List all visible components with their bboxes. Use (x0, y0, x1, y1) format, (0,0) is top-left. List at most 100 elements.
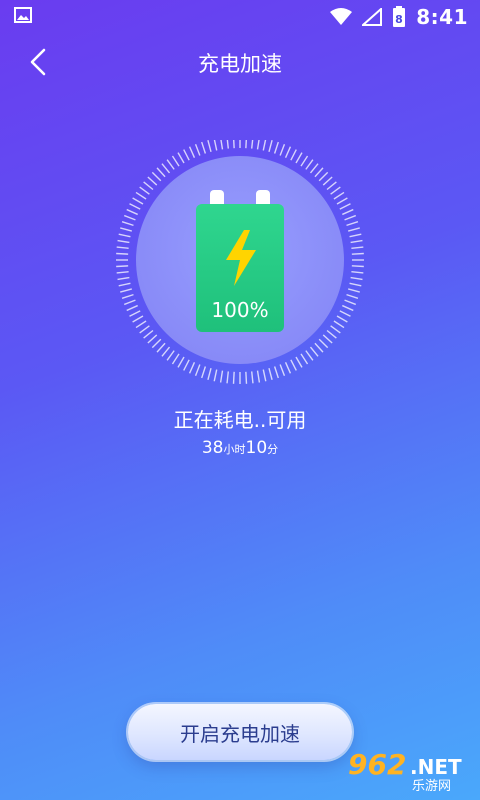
dial-tick (350, 239, 363, 244)
status-bar: 8 8:41 (0, 0, 480, 32)
dial-tick (143, 329, 154, 339)
dial-tick (346, 293, 359, 299)
dial-tick (305, 350, 314, 361)
dial-tick (156, 167, 166, 178)
hours-value: 38 (201, 438, 224, 458)
dial-tick (273, 366, 279, 379)
dial-tick (350, 276, 363, 281)
dial-tick (318, 171, 329, 182)
battery-percent: 100% (211, 298, 269, 322)
dial-tick (132, 315, 144, 323)
status-time: 8:41 (416, 5, 468, 29)
dial-tick (300, 353, 309, 365)
dial-tick (171, 155, 180, 167)
dial-tick (309, 346, 319, 357)
dial-tick (177, 152, 185, 164)
dial-tick (129, 310, 141, 317)
dial-tick (188, 362, 196, 374)
signal-icon (362, 8, 383, 26)
dial-tick (351, 246, 364, 249)
dial-tick (139, 186, 150, 195)
page-title: 充电加速 (198, 52, 282, 76)
dial-tick (147, 176, 158, 186)
svg-text:8: 8 (395, 13, 403, 26)
dial-tick (166, 159, 175, 170)
dial-tick (342, 304, 354, 312)
time-remaining: 38小时10分 (0, 438, 480, 458)
dial-tick (290, 149, 297, 161)
dial-tick (143, 181, 154, 191)
dial-tick (151, 171, 162, 182)
dial-tick (135, 320, 147, 329)
dial-tick (309, 163, 319, 174)
dial-tick (284, 362, 292, 374)
dial-tick (118, 233, 131, 238)
dial-tick (123, 299, 136, 306)
dial-tick (251, 371, 254, 384)
dial-tick (188, 146, 196, 158)
dial-tick (326, 181, 337, 191)
dial-tick (120, 288, 132, 293)
dial-tick (233, 140, 235, 149)
dial-tick (194, 143, 201, 156)
header: 充电加速 (0, 36, 480, 90)
dial-tick (305, 159, 314, 170)
wifi-icon (330, 8, 353, 25)
dial-tick (333, 320, 345, 329)
dial-tick (284, 146, 292, 158)
dial-tick (333, 191, 345, 200)
dial-tick (344, 299, 357, 306)
dial-tick (351, 252, 364, 255)
dial-tick (151, 338, 162, 349)
dial-tick (344, 214, 357, 221)
dial-tick (348, 288, 360, 293)
dial-tick (147, 334, 158, 344)
dial-tick (226, 140, 229, 149)
dial-tick (213, 369, 218, 382)
start-charge-acceleration-button[interactable]: 开启充电加速 (128, 704, 352, 760)
dial-tick (295, 356, 303, 368)
dial-tick (183, 359, 190, 371)
dial-tick (339, 310, 351, 317)
dial-tick (346, 221, 359, 227)
hours-unit: 小时 (223, 443, 246, 456)
dial-tick (349, 282, 362, 287)
dial-tick (245, 371, 248, 384)
dial-tick (351, 265, 364, 268)
dial-tick (273, 141, 279, 154)
dial-tick (183, 149, 190, 161)
dial-tick (314, 167, 324, 178)
dial-tick (336, 197, 348, 205)
dial-tick (126, 304, 138, 312)
dial-tick (194, 364, 201, 377)
dial-tick (201, 141, 207, 154)
minutes-unit: 分 (267, 443, 279, 456)
dial-tick (256, 140, 260, 150)
dial-tick (121, 293, 134, 299)
dial-tick (129, 203, 141, 210)
accelerate-button-label: 开启充电加速 (180, 721, 300, 746)
dial-tick (135, 191, 147, 200)
dial-tick (232, 371, 235, 384)
dial-tick (123, 214, 136, 221)
dial-tick (116, 252, 129, 255)
status-right: 8 8:41 (330, 5, 468, 29)
dial-tick (268, 140, 273, 152)
dial-tick (268, 368, 273, 380)
dial-tick (117, 276, 130, 281)
dial-tick (279, 364, 286, 377)
dial-tick (126, 208, 138, 216)
dial-tick (262, 369, 267, 382)
dial-tick (139, 325, 150, 334)
dial-tick (342, 208, 354, 216)
dial-tick (161, 346, 171, 357)
dial-tick (207, 140, 212, 152)
dial-tick (116, 265, 129, 268)
dial-tick (351, 271, 364, 274)
dial-tick (177, 356, 185, 368)
dial-tick (326, 329, 337, 339)
dial-tick (330, 186, 341, 195)
dial-tick (336, 315, 348, 323)
dial-tick (201, 366, 207, 379)
dial-tick (295, 152, 303, 164)
